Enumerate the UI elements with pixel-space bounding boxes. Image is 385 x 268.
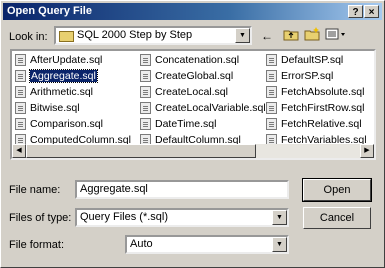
file-name: DefaultSP.sql [281, 54, 344, 66]
file-name: CreateGlobal.sql [155, 70, 234, 82]
chevron-down-icon[interactable]: ▼ [272, 237, 287, 252]
filetype-value: Query Files (*.sql) [80, 211, 169, 223]
up-folder-icon[interactable] [281, 27, 301, 45]
sql-file-icon [140, 118, 151, 130]
file-item[interactable]: Aggregate.sql [14, 69, 98, 83]
filename-input[interactable]: Aggregate.sql [75, 180, 289, 199]
sql-file-icon [15, 54, 26, 66]
file-item[interactable]: Concatenation.sql [139, 53, 239, 67]
close-button[interactable]: × [364, 5, 379, 18]
file-item[interactable]: ErrorSP.sql [265, 69, 333, 83]
file-item[interactable]: DateTime.sql [139, 117, 216, 131]
sql-file-icon [140, 54, 151, 66]
new-folder-icon[interactable] [302, 27, 322, 45]
file-item[interactable]: Arithmetic.sql [14, 85, 93, 99]
open-query-file-dialog: Open Query File ? × Look in: SQL 2000 St… [0, 0, 385, 268]
lookin-dropdown[interactable]: SQL 2000 Step by Step ▼ [54, 26, 252, 45]
cancel-button[interactable]: Cancel [303, 207, 371, 229]
sql-file-icon [266, 70, 277, 82]
file-name: FetchFirstRow.sql [281, 102, 365, 114]
title-bar[interactable]: Open Query File ? × [3, 3, 382, 20]
file-name: ErrorSP.sql [281, 70, 334, 82]
file-name: CreateLocalVariable.sql [155, 102, 266, 114]
sql-file-icon [266, 86, 277, 98]
file-name: FetchRelative.sql [281, 118, 362, 130]
sql-file-icon [15, 118, 26, 130]
back-icon[interactable]: ← [257, 27, 277, 45]
file-name: Comparison.sql [30, 118, 103, 130]
sql-file-icon [140, 86, 151, 98]
dialog-title: Open Query File [7, 5, 92, 17]
filetype-dropdown[interactable]: Query Files (*.sql) ▼ [75, 208, 289, 227]
sql-file-icon [266, 118, 277, 130]
horizontal-scrollbar[interactable]: ◀ ▶ [12, 144, 374, 158]
file-name: Concatenation.sql [155, 54, 240, 66]
lookin-label: Look in: [9, 31, 48, 43]
file-name: DateTime.sql [155, 118, 217, 130]
file-item[interactable]: Bitwise.sql [14, 101, 80, 115]
file-name: FetchAbsolute.sql [281, 86, 365, 98]
filename-value: Aggregate.sql [80, 183, 148, 195]
file-item[interactable]: AfterUpdate.sql [14, 53, 102, 67]
lookin-value: SQL 2000 Step by Step [77, 29, 193, 41]
scroll-left-icon[interactable]: ◀ [12, 144, 26, 158]
file-item[interactable]: DefaultSP.sql [265, 53, 343, 67]
file-item[interactable]: FetchAbsolute.sql [265, 85, 364, 99]
view-menu-icon[interactable] [323, 27, 349, 45]
file-name: Arithmetic.sql [30, 86, 94, 98]
fileformat-dropdown[interactable]: Auto ▼ [125, 235, 289, 254]
file-item[interactable]: FetchRelative.sql [265, 117, 362, 131]
sql-file-icon [140, 70, 151, 82]
sql-file-icon [15, 102, 26, 114]
chevron-down-icon[interactable]: ▼ [272, 210, 287, 225]
file-name: AfterUpdate.sql [30, 54, 103, 66]
file-item[interactable]: CreateLocal.sql [139, 85, 228, 99]
file-item[interactable]: Comparison.sql [14, 117, 103, 131]
file-name: Bitwise.sql [30, 102, 80, 114]
fileformat-value: Auto [130, 238, 153, 250]
scroll-right-icon[interactable]: ▶ [360, 144, 374, 158]
sql-file-icon [266, 102, 277, 114]
file-item[interactable]: CreateLocalVariable.sql [139, 101, 266, 115]
help-button[interactable]: ? [348, 5, 363, 18]
folder-icon [59, 31, 74, 42]
sql-file-icon [266, 54, 277, 66]
scrollbar-thumb[interactable] [26, 144, 256, 158]
file-name: CreateLocal.sql [155, 86, 228, 98]
file-item[interactable]: CreateGlobal.sql [139, 69, 233, 83]
open-button[interactable]: Open [302, 178, 372, 202]
sql-file-icon [15, 86, 26, 98]
file-name: Aggregate.sql [29, 69, 98, 83]
sql-file-icon [15, 70, 26, 82]
file-item[interactable]: FetchFirstRow.sql [265, 101, 364, 115]
file-list[interactable]: FetchVariables.sql FetchRelative.sql Fetch… [10, 49, 376, 160]
filename-label: File name: [9, 184, 61, 196]
chevron-down-icon[interactable]: ▼ [235, 28, 250, 43]
fileformat-label: File format: [9, 239, 65, 251]
filetype-label: Files of type: [9, 212, 72, 224]
sql-file-icon [140, 102, 151, 114]
